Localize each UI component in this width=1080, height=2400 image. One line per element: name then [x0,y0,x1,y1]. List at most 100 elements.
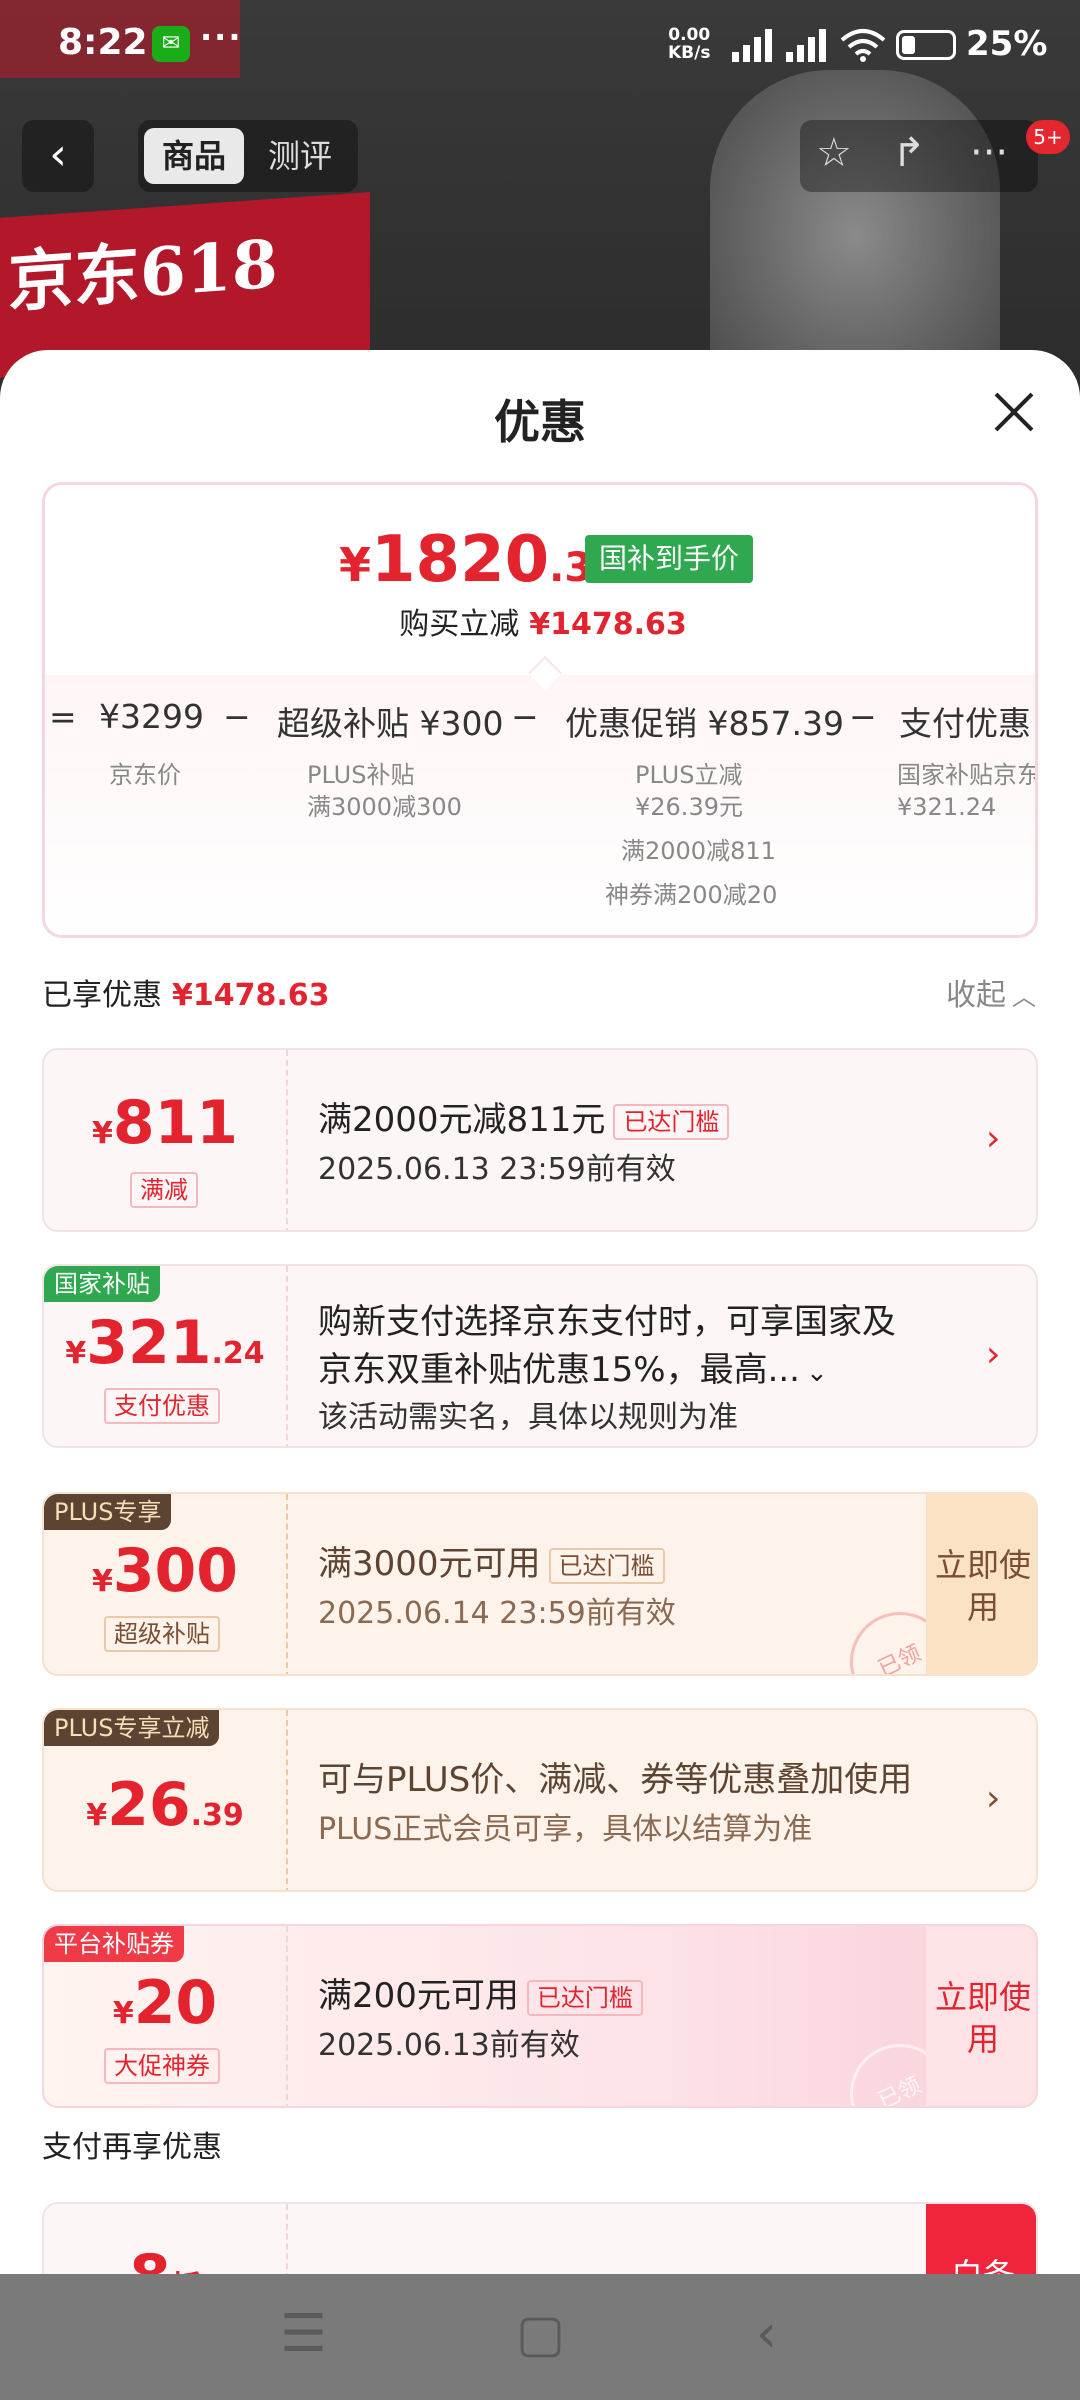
currency: ¥ [65,1336,87,1371]
promotion-note-4: 神券满200减20 [605,881,778,909]
signal-icon [732,29,772,62]
battery-percent: 25% [966,24,1048,64]
jd-price-value: ¥3299 [99,697,204,736]
threshold-met-badge: 已达门槛 [548,1547,665,1584]
super-subsidy-note-2: 满3000减300 [307,793,462,821]
tab-product[interactable]: 商品 [144,128,244,184]
coupon-type-tag: 满减 [130,1172,198,1208]
coupon-divider [286,1710,288,1890]
coupon-title-text-2: 京东双重补贴优惠15%，最高... [318,1350,800,1390]
instant-reduction-value: ¥1478.63 [529,607,687,642]
coupon-note: PLUS正式会员可享，具体以结算为准 [318,1812,813,1847]
close-icon[interactable] [990,388,1038,436]
home-icon[interactable]: ▢ [516,2304,565,2364]
chevron-right-icon[interactable]: › [986,1334,1000,1375]
final-price: ¥1820.37 [339,523,620,597]
instant-reduction-label: 购买立减 [399,607,520,642]
coupon-validity: 2025.06.13前有效 [318,2028,580,2063]
collapse-button[interactable]: 收起 ︿ [946,970,1036,1014]
promotion-value: 优惠促销 ¥857.39 [565,704,844,743]
minus-sign: − [223,697,251,736]
applied-discount-label: 已享优惠 [42,978,162,1013]
coupon-amount-area: ¥321.24 支付优惠 [44,1266,286,1446]
threshold-met-badge: 已达门槛 [613,1103,730,1140]
coupon-amount: ¥300 [44,1536,286,1606]
coupon-divider [286,1266,288,1446]
amount-integer: 26 [107,1770,191,1840]
coupon-divider [286,1494,288,1674]
more-icon[interactable]: ··· [970,130,1008,176]
star-icon[interactable]: ☆ [816,130,852,176]
applied-discount: 已享优惠 ¥1478.63 [42,970,330,1014]
currency: ¥ [91,1564,113,1599]
coupon-title: 满200元可用 已达门槛 [318,1968,643,2017]
use-now-button[interactable]: 立即使用 [926,1926,1036,2106]
share-icon[interactable]: ↱ [892,130,926,176]
amount-integer: 20 [133,1968,218,2038]
coupon-card-full-reduction[interactable]: ¥811 满减 满2000元减811元 已达门槛 2025.06.13 23:59… [42,1048,1038,1232]
back-button[interactable]: ‹ [22,120,94,192]
coupon-title: 购新支付选择京东支付时，可享国家及 [318,1302,896,1342]
coupon-amount-area: ¥26.39 [44,1710,286,1890]
chevron-right-icon[interactable]: › [986,1778,1000,1819]
system-nav-bar: ☰ ▢ ‹ [0,2274,1080,2400]
coupon-title-line-2: 京东双重补贴优惠15%，最高... ⌄ [318,1342,828,1391]
signal-icon-2 [786,29,826,62]
coupon-validity: 2025.06.14 23:59前有效 [318,1596,676,1631]
coupon-card-platform-subsidy[interactable]: 平台补贴券 ¥20 大促神券 满200元可用 已达门槛 2025.06.13前有效… [42,1924,1038,2108]
amount-decimal: .24 [211,1336,265,1371]
equals-sign: = [49,697,77,736]
network-speed: 0.00 KB/s [668,26,710,62]
chevron-up-icon: ︿ [1012,983,1036,1011]
super-subsidy-value: 超级补贴 ¥300 [277,704,504,743]
promotion-note-2: ¥26.39元 [635,793,743,821]
coupon-divider [286,1926,288,2106]
amount-decimal: .39 [190,1798,244,1833]
coupon-amount: ¥321.24 [44,1308,286,1378]
payment-discount-value: 支付优惠 ¥ [899,704,1035,743]
chevron-right-icon[interactable]: › [986,1118,1000,1159]
coupon-title-text: 满200元可用 [318,1976,519,2016]
status-bar: 8:22 ✉ ··· 0.00 KB/s 25% [0,0,1080,92]
network-speed-unit: KB/s [668,43,711,63]
status-time: 8:22 [58,22,148,63]
coupon-title-text: 满3000元可用 [318,1544,541,1584]
coupon-type-tag: 大促神券 [104,2048,220,2084]
promotion-note-3: 满2000减811 [621,837,776,865]
payment-note-2: ¥321.24 [897,793,997,821]
use-now-button[interactable]: 立即使用 [926,1494,1036,1674]
coupon-card-plus-super-subsidy[interactable]: PLUS专享 ¥300 超级补贴 满3000元可用 已达门槛 2025.06.14… [42,1492,1038,1676]
network-speed-value: 0.00 [668,25,711,45]
menu-icon[interactable]: ☰ [280,2304,327,2364]
status-more-icon: ··· [200,18,243,56]
coupon-note: 该活动需实名，具体以规则为准 [318,1400,738,1435]
final-price-area: ¥1820.37 国补到手价 购买立减 ¥1478.63 [45,485,1035,675]
applied-discount-value: ¥1478.63 [172,978,330,1013]
coupon-validity: 2025.06.13 23:59前有效 [318,1152,676,1187]
coupon-amount: ¥811 [44,1088,286,1158]
sheet-title: 优惠 [494,395,586,449]
coupon-title: 可与PLUS价、满减、券等优惠叠加使用 [318,1760,913,1800]
tab-review[interactable]: 测评 [250,128,350,184]
notification-badge: 5+ [1026,120,1070,154]
coupon-card-national-subsidy[interactable]: 国家补贴 ¥321.24 支付优惠 购新支付选择京东支付时，可享国家及 京东双重… [42,1264,1038,1448]
super-subsidy-note-1: PLUS补贴 [307,761,415,789]
price-breakdown-card: ¥1820.37 国补到手价 购买立减 ¥1478.63 = ¥3299 − 超级… [42,482,1038,938]
subsidy-price-tag: 国补到手价 [585,535,754,583]
coupon-title-text: 满2000元减811元 [318,1100,606,1140]
coupon-type-tag: 超级补贴 [104,1616,220,1652]
jd-price-label: 京东价 [109,761,181,789]
currency: ¥ [112,1996,134,2031]
back-nav-icon[interactable]: ‹ [756,2304,777,2364]
wifi-icon [840,29,886,62]
chevron-down-icon[interactable]: ⌄ [806,1358,828,1388]
amount-integer: 811 [112,1088,239,1158]
minus-sign: − [849,697,877,736]
final-price-currency: ¥ [339,538,372,592]
coupon-card-plus-instant-reduction[interactable]: PLUS专享立减 ¥26.39 可与PLUS价、满减、券等优惠叠加使用 PLUS… [42,1708,1038,1892]
product-image [710,70,1000,380]
coupon-amount: ¥26.39 [44,1770,286,1840]
coupon-amount-area: ¥811 满减 [44,1050,286,1230]
promotion-note-1: PLUS立减 [635,761,743,789]
discount-sheet: 优惠 ¥1820.37 国补到手价 购买立减 ¥1478.63 = ¥3299 −… [0,350,1080,2400]
